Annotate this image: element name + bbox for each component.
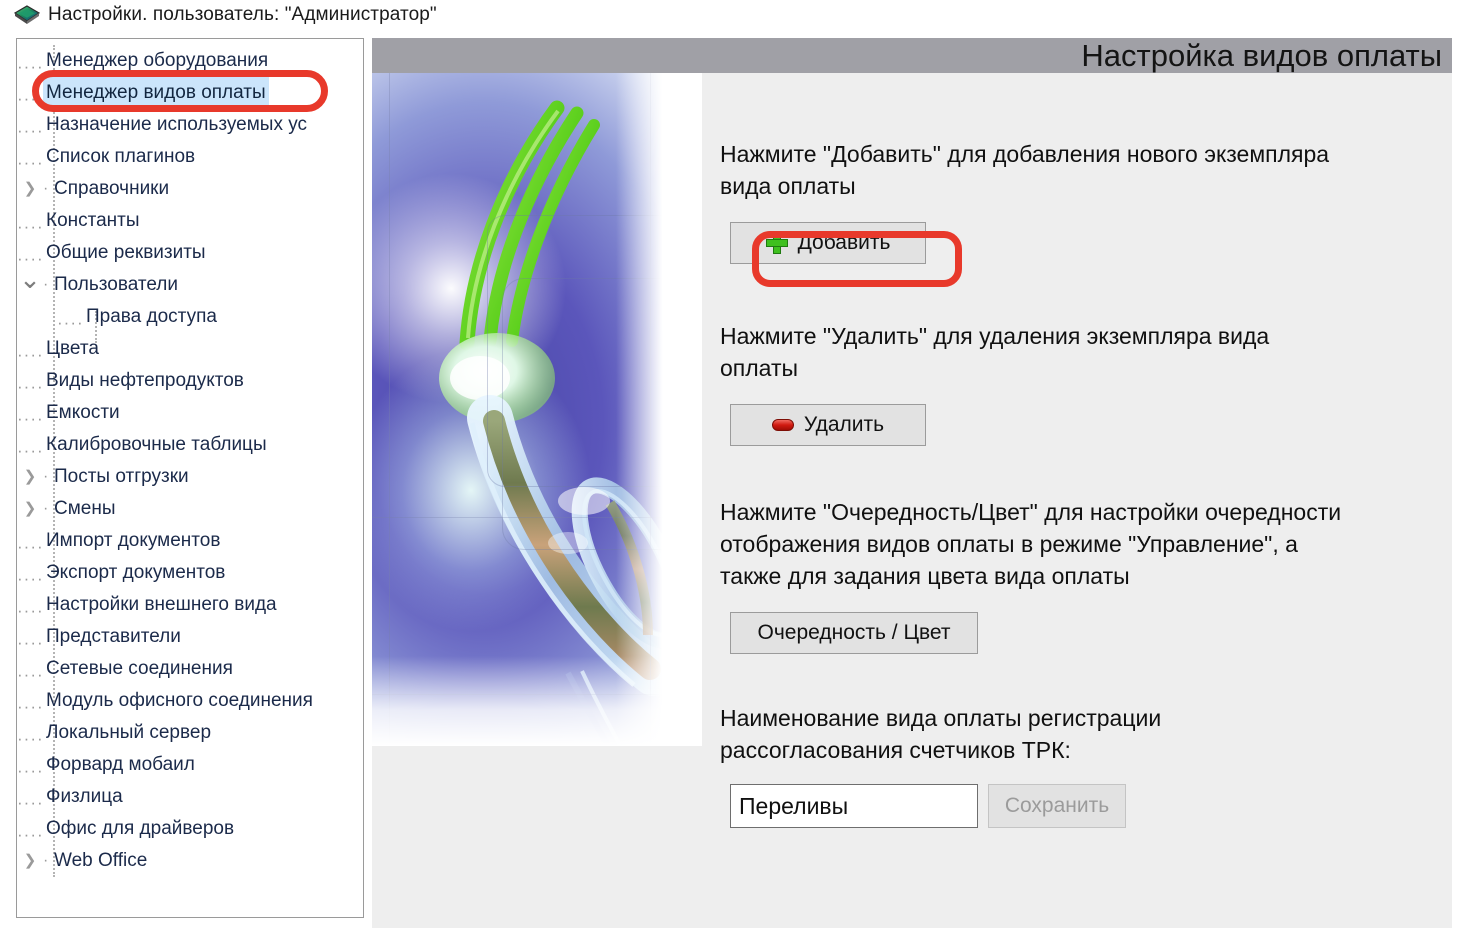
sidebar-item-label: Менеджер оборудования — [46, 50, 269, 71]
sidebar-item-label: Импорт документов — [46, 530, 221, 551]
sidebar-item[interactable]: ❯ · Справочники — [17, 173, 363, 205]
sidebar-item[interactable]: ···· Менеджер оборудования — [17, 45, 363, 77]
sidebar-item[interactable]: ❯ · Web Office — [17, 845, 363, 877]
sidebar-item-label: Локальный сервер — [46, 722, 212, 743]
delete-button[interactable]: Удалить — [730, 404, 926, 446]
order-color-button-label: Очередность / Цвет — [757, 621, 951, 644]
sidebar-item[interactable]: ···· Емкости — [17, 397, 363, 429]
sidebar-item-label: Виды нефтепродуктов — [46, 370, 244, 391]
sidebar-item-label: Константы — [46, 210, 140, 231]
add-button-label: Добавить — [797, 231, 891, 254]
sidebar-item[interactable]: ···· Общие реквизиты — [17, 237, 363, 269]
sidebar-item[interactable]: ···· Представители — [17, 621, 363, 653]
delete-button-label: Удалить — [803, 413, 885, 436]
sidebar-item-label: Сетевые соединения — [46, 658, 233, 679]
tree-node-dot: · — [43, 468, 49, 485]
tree-node-dot: · — [43, 276, 49, 293]
settings-tree-panel[interactable]: ···· Менеджер оборудования ···· Менеджер ви… — [16, 38, 364, 918]
sidebar-item-label: Экспорт документов — [46, 562, 226, 583]
decorative-artwork — [372, 73, 702, 746]
sidebar-item[interactable]: ···· Список плагинов — [17, 141, 363, 173]
sidebar-item-label: Калибровочные таблицы — [46, 434, 267, 455]
sidebar-item-label: Офис для драйверов — [46, 818, 235, 839]
chevron-right-icon[interactable]: ❯ — [17, 845, 43, 877]
minus-icon — [771, 419, 794, 431]
sidebar-item-label: Права доступа — [86, 306, 217, 327]
sidebar-item[interactable]: ···· Сетевые соединения — [17, 653, 363, 685]
sidebar-item[interactable]: ···· Экспорт документов — [17, 557, 363, 589]
sidebar-item-label: Модуль офисного соединения — [46, 690, 313, 711]
save-button[interactable]: Сохранить — [988, 784, 1126, 828]
delete-section-description: Нажмите "Удалить" для удаления экземпляр… — [720, 323, 1270, 381]
sidebar-item[interactable]: ⌄ · Пользователи — [17, 264, 363, 301]
sidebar-item[interactable]: ···· Константы — [17, 205, 363, 237]
sidebar-item-label: Настройки внешнего вида — [46, 594, 277, 615]
order-color-button-row: Очередность / Цвет — [720, 612, 1420, 654]
settings-controls-column: Нажмите "Добавить" для добавления нового… — [720, 138, 1420, 828]
tree-node-dot: · — [43, 500, 49, 517]
window-title-text: Настройки. пользователь: "Администратор" — [48, 4, 437, 25]
chevron-right-icon[interactable]: ❯ — [17, 461, 43, 493]
sidebar-item-label: Цвета — [46, 338, 99, 359]
sidebar-item[interactable]: ···· Модуль офисного соединения — [17, 685, 363, 717]
content-header-bar: Настройка видов оплаты — [372, 38, 1452, 73]
sidebar-item-label: Справочники — [54, 178, 170, 199]
sidebar-item-label: Назначение используемых ус — [46, 114, 308, 135]
sidebar-item[interactable]: ❯ · Посты отгрузки — [17, 461, 363, 493]
add-button-row: Добавить — [720, 222, 1420, 264]
order-color-button[interactable]: Очередность / Цвет — [730, 612, 978, 654]
sidebar-item[interactable]: ···· Права доступа — [17, 301, 363, 333]
tree-node-dot: · — [43, 180, 49, 197]
sidebar-item[interactable]: ···· Физлица — [17, 781, 363, 813]
sidebar-item-label: Общие реквизиты — [46, 242, 206, 263]
sidebar-item-label: Форвард мобаил — [46, 754, 195, 775]
sidebar-item[interactable]: ···· Назначение используемых ус — [17, 109, 363, 141]
artwork-fade-bottom — [372, 656, 702, 746]
content-panel: Настройка видов оплаты Нажмите "Добавить… — [372, 38, 1452, 928]
sidebar-item-label: Менеджер видов оплаты — [43, 76, 269, 110]
section-spacer-2 — [720, 446, 1420, 496]
sidebar-item-label: Представители — [46, 626, 181, 647]
sidebar-item[interactable]: ···· Калибровочные таблицы — [17, 429, 363, 461]
save-button-label: Сохранить — [1004, 794, 1110, 817]
section-spacer-3 — [720, 654, 1420, 702]
window-title-bar: Настройки. пользователь: "Администратор" — [0, 0, 1460, 30]
sidebar-item-label: Посты отгрузки — [54, 466, 189, 487]
sidebar-item-label: Емкости — [46, 402, 120, 423]
diamond-app-icon — [13, 4, 41, 26]
chevron-down-icon[interactable]: ⌄ — [17, 263, 43, 295]
sidebar-item[interactable]: ···· Настройки внешнего вида — [17, 589, 363, 621]
sidebar-item-label: Список плагинов — [46, 146, 196, 167]
artwork-guide-v1 — [389, 73, 390, 746]
delete-button-row: Удалить — [720, 404, 1420, 446]
sidebar-item-label: Web Office — [54, 850, 148, 871]
name-field-row: Сохранить — [730, 784, 1420, 828]
sidebar-item[interactable]: ❯ · Смены — [17, 493, 363, 525]
sidebar-item[interactable]: ···· Цвета — [17, 333, 363, 365]
chevron-right-icon[interactable]: ❯ — [17, 493, 43, 525]
artwork-fade-right — [616, 73, 702, 746]
name-section-label: Наименование вида оплаты регистрации рас… — [720, 705, 1162, 763]
chevron-right-icon[interactable]: ❯ — [17, 173, 43, 205]
sidebar-item[interactable]: ···· Локальный сервер — [17, 717, 363, 749]
sidebar-item[interactable]: ···· Виды нефтепродуктов — [17, 365, 363, 397]
add-button[interactable]: Добавить — [730, 222, 926, 264]
sidebar-item[interactable]: ···· Менеджер видов оплаты — [17, 76, 363, 110]
page-title: Настройка видов оплаты — [1081, 37, 1442, 73]
sidebar-item[interactable]: ···· Офис для драйверов — [17, 813, 363, 845]
order-color-section-description: Нажмите "Очередность/Цвет" для настройки… — [720, 499, 1342, 589]
plus-icon — [765, 232, 788, 254]
sidebar-item[interactable]: ···· Форвард мобаил — [17, 749, 363, 781]
payment-type-name-input[interactable] — [730, 784, 978, 828]
sidebar-item-label: Физлица — [46, 786, 123, 807]
sidebar-item[interactable]: ···· Импорт документов — [17, 525, 363, 557]
settings-tree-list: ···· Менеджер оборудования ···· Менеджер ви… — [17, 39, 363, 877]
section-spacer-1 — [720, 264, 1420, 320]
sidebar-item-label: Пользователи — [54, 274, 179, 295]
add-section-description: Нажмите "Добавить" для добавления нового… — [720, 141, 1330, 199]
sidebar-item-label: Смены — [54, 498, 116, 519]
tree-node-dot: · — [43, 852, 49, 869]
